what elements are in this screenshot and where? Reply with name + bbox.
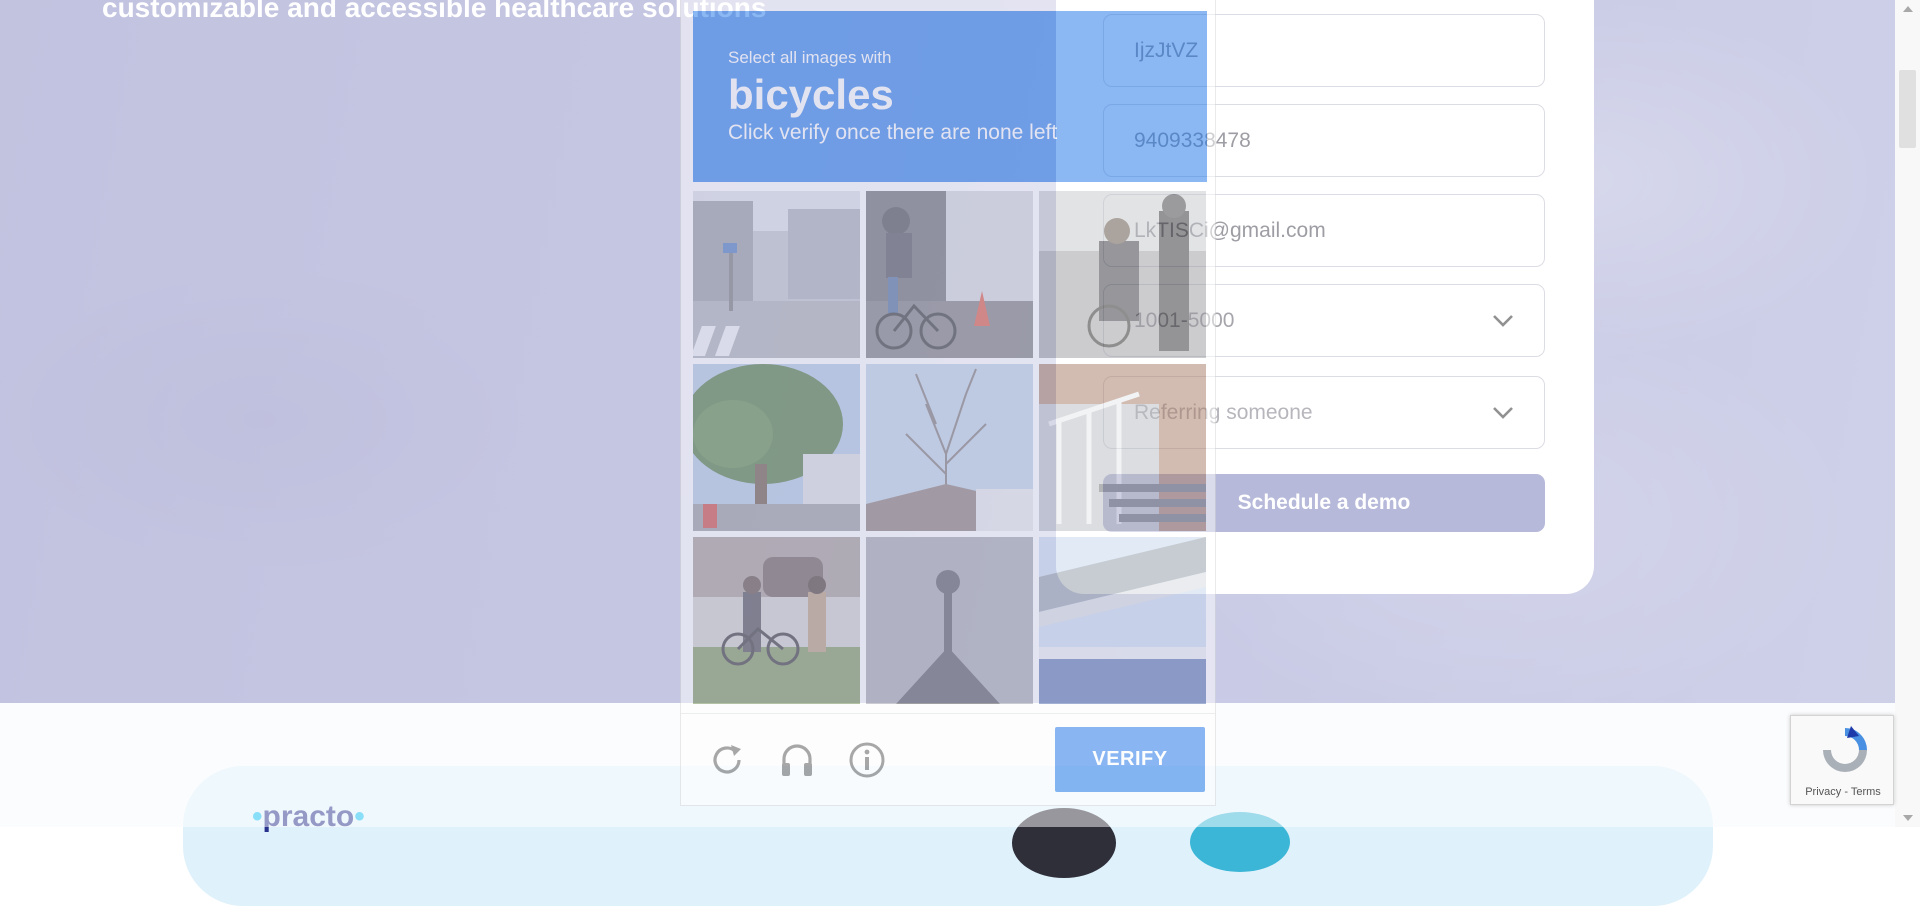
- captcha-header: Select all images with bicycles Click ve…: [693, 11, 1207, 182]
- shadow-image: [866, 537, 1033, 704]
- verify-button[interactable]: VERIFY: [1055, 727, 1205, 792]
- captcha-tile[interactable]: [866, 364, 1033, 531]
- overpass-image: [1039, 537, 1206, 704]
- captcha-tile-grid: [693, 191, 1207, 704]
- bare-tree-image: [866, 364, 1033, 531]
- captcha-hint: Click verify once there are none left: [728, 121, 1058, 144]
- cyclist-image: [866, 191, 1033, 358]
- captcha-tile[interactable]: [1039, 537, 1206, 704]
- captcha-tile[interactable]: [693, 191, 860, 358]
- recaptcha-badge[interactable]: Privacy - Terms: [1790, 715, 1894, 805]
- captcha-target-word: bicycles: [728, 71, 894, 118]
- captcha-footer: VERIFY: [681, 713, 1215, 807]
- captcha-tile[interactable]: [866, 537, 1033, 704]
- refresh-icon[interactable]: [707, 740, 747, 780]
- people-bicycle-image: [693, 537, 860, 704]
- recaptcha-logo-icon: [1823, 726, 1867, 772]
- tree-image: [693, 364, 860, 531]
- captcha-tile[interactable]: [1039, 364, 1206, 531]
- street-image: [693, 191, 860, 358]
- stair-railing-image: [1039, 364, 1206, 531]
- headphones-icon[interactable]: [777, 740, 817, 780]
- pedestrian-bicycle-image: [1039, 191, 1206, 358]
- captcha-instruction: Select all images with: [728, 48, 892, 67]
- captcha-tile[interactable]: [1039, 191, 1206, 358]
- captcha-tile[interactable]: [866, 191, 1033, 358]
- recaptcha-privacy-terms[interactable]: Privacy - Terms: [1791, 786, 1895, 798]
- captcha-tile[interactable]: [693, 537, 860, 704]
- captcha-challenge: Select all images with bicycles Click ve…: [680, 0, 1216, 806]
- captcha-tile[interactable]: [693, 364, 860, 531]
- info-icon[interactable]: [847, 740, 887, 780]
